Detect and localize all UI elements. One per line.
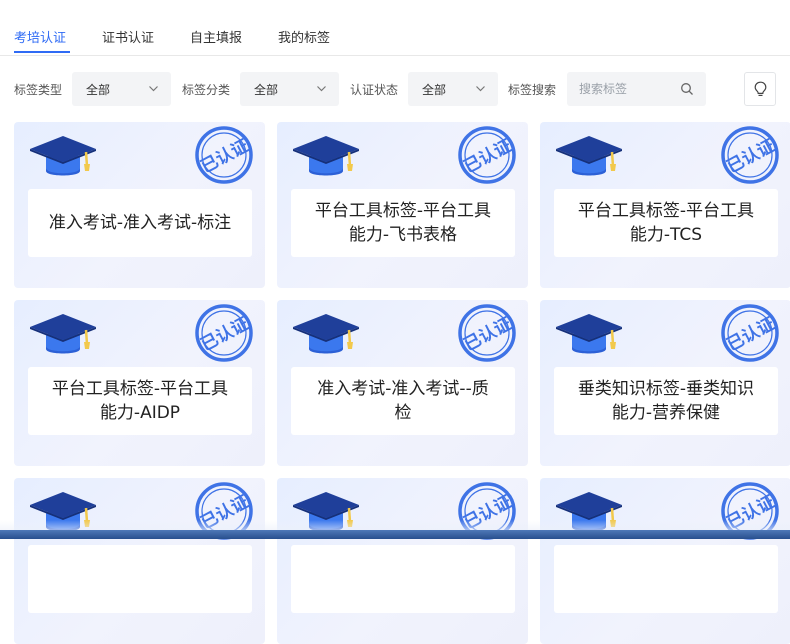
- graduation-cap-icon: [556, 314, 622, 354]
- certification-card[interactable]: 已认证 垂类知识标签-垂类知识能力-营养保健: [540, 300, 790, 466]
- certification-card[interactable]: 已认证 平台工具标签-平台工具能力-飞书表格: [277, 122, 528, 288]
- chevron-down-icon: [317, 86, 326, 92]
- certification-card[interactable]: 已认证 准入考试-准入考试-标注: [14, 122, 265, 288]
- certified-stamp: 已认证: [193, 302, 255, 368]
- chevron-down-icon: [149, 86, 158, 92]
- graduation-cap-icon: [293, 314, 359, 354]
- certified-stamp-icon: 已认证: [721, 126, 779, 184]
- tag-search-label: 标签搜索: [508, 83, 557, 97]
- cert-status-label: 认证状态: [350, 83, 399, 97]
- certification-card[interactable]: 已认证 准入考试-准入考试--质检: [277, 300, 528, 466]
- certification-card[interactable]: 已认证: [540, 478, 790, 644]
- filter-bar: 标签类型 全部 标签分类 全部 认证状态 全部 标签搜索: [0, 72, 790, 106]
- tab-exam-certification[interactable]: 考培认证: [14, 27, 66, 46]
- certification-card[interactable]: 已认证 平台工具标签-平台工具能力-AIDP: [14, 300, 265, 466]
- tab-certificate-certification[interactable]: 证书认证: [102, 27, 154, 46]
- help-button[interactable]: [744, 72, 776, 106]
- graduation-cap-icon: [556, 136, 622, 176]
- search-icon[interactable]: [680, 82, 694, 96]
- certified-stamp: 已认证: [193, 124, 255, 190]
- graduation-cap-icon: [293, 136, 359, 176]
- lightbulb-icon: [754, 81, 767, 96]
- active-tab-indicator: [14, 51, 70, 53]
- card-title: [291, 545, 515, 613]
- scroll-fade: [0, 520, 790, 530]
- tag-search-input[interactable]: [567, 72, 677, 106]
- card-title: [554, 545, 778, 613]
- tag-category-value: 全部: [254, 83, 279, 97]
- card-title: 准入考试-准入考试-标注: [28, 189, 252, 257]
- certified-stamp-icon: 已认证: [458, 304, 516, 362]
- card-icon: [291, 308, 361, 364]
- certified-stamp-icon: 已认证: [721, 304, 779, 362]
- certified-stamp-icon: 已认证: [195, 126, 253, 184]
- card-title: 平台工具标签-平台工具能力-TCS: [554, 189, 778, 257]
- tag-type-label: 标签类型: [14, 83, 63, 97]
- card-icon: [554, 130, 624, 186]
- cert-status-value: 全部: [422, 83, 447, 97]
- window-bottom-edge: [0, 530, 790, 539]
- certified-stamp: 已认证: [719, 302, 781, 368]
- card-icon: [28, 130, 98, 186]
- certified-stamp-icon: 已认证: [195, 304, 253, 362]
- graduation-cap-icon: [30, 314, 96, 354]
- certified-stamp: 已认证: [456, 302, 518, 368]
- certified-stamp-icon: 已认证: [458, 126, 516, 184]
- card-title: 垂类知识标签-垂类知识能力-营养保健: [554, 367, 778, 435]
- cert-status-select[interactable]: 全部: [408, 72, 498, 106]
- tag-search-box: [567, 72, 706, 106]
- card-title: 平台工具标签-平台工具能力-飞书表格: [291, 189, 515, 257]
- chevron-down-icon: [476, 86, 485, 92]
- certified-stamp: 已认证: [456, 124, 518, 190]
- tag-type-select[interactable]: 全部: [72, 72, 171, 106]
- card-title: 准入考试-准入考试--质检: [291, 367, 515, 435]
- graduation-cap-icon: [30, 136, 96, 176]
- tag-category-select[interactable]: 全部: [240, 72, 339, 106]
- certified-stamp: 已认证: [719, 124, 781, 190]
- certification-card[interactable]: 已认证: [277, 478, 528, 644]
- card-icon: [291, 130, 361, 186]
- tag-category-label: 标签分类: [182, 83, 231, 97]
- tab-my-tags[interactable]: 我的标签: [278, 27, 330, 46]
- certification-card[interactable]: 已认证: [14, 478, 265, 644]
- tag-type-value: 全部: [86, 83, 111, 97]
- tab-bar: 考培认证 证书认证 自主填报 我的标签: [0, 0, 790, 56]
- card-icon: [28, 308, 98, 364]
- card-icon: [554, 308, 624, 364]
- certification-card[interactable]: 已认证 平台工具标签-平台工具能力-TCS: [540, 122, 790, 288]
- card-title: [28, 545, 252, 613]
- card-title: 平台工具标签-平台工具能力-AIDP: [28, 367, 252, 435]
- tab-self-report[interactable]: 自主填报: [190, 27, 242, 46]
